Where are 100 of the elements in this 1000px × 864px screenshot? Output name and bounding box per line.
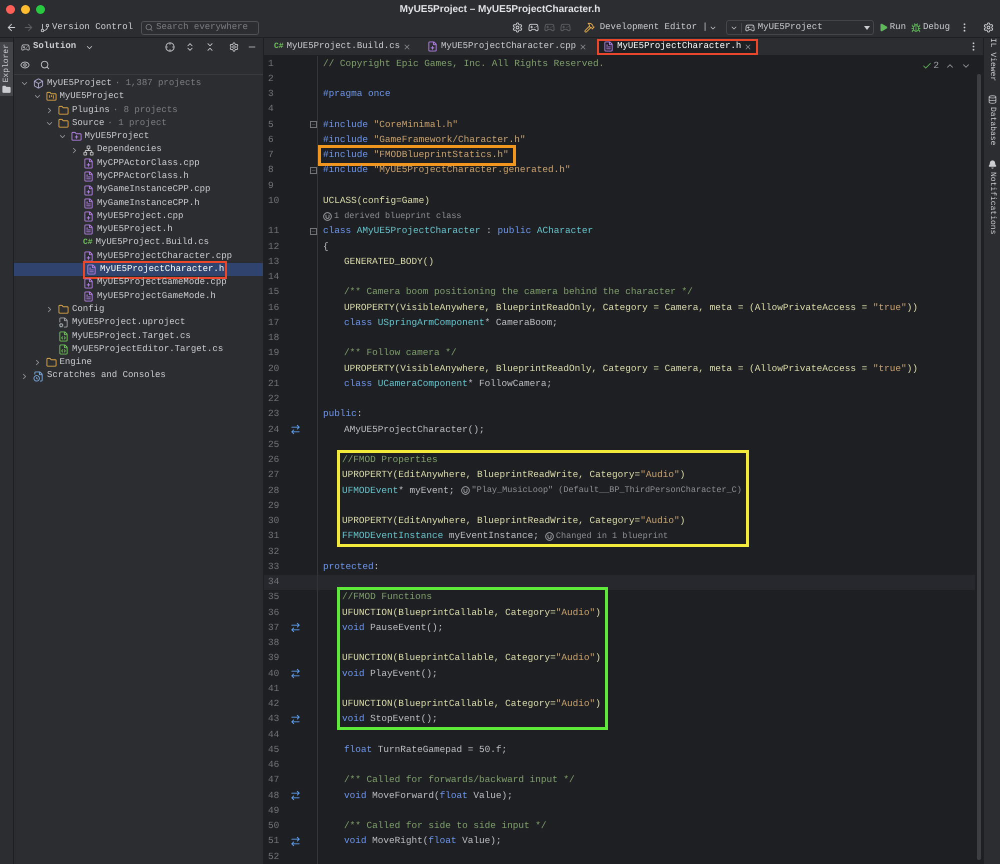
implementation-arrows-icon[interactable] bbox=[290, 668, 301, 680]
locate-icon[interactable] bbox=[165, 42, 175, 52]
implementation-arrows-icon[interactable] bbox=[290, 790, 301, 802]
scrollbar-thumb[interactable] bbox=[977, 74, 981, 860]
bell-icon[interactable] bbox=[988, 160, 996, 169]
editor-tab[interactable]: C# MyUE5Project.Build.cs bbox=[268, 38, 418, 54]
settings-icon[interactable] bbox=[229, 42, 239, 52]
branch-icon[interactable] bbox=[40, 22, 50, 32]
tree-item[interactable]: Scratches and Consoles bbox=[14, 370, 263, 383]
close-icon[interactable] bbox=[403, 42, 412, 50]
tree-item[interactable]: Source · 1 project bbox=[14, 116, 263, 130]
search-field[interactable]: Search everywhere bbox=[141, 20, 260, 34]
expand-all-icon[interactable] bbox=[185, 42, 195, 52]
line-number: 52 bbox=[267, 850, 280, 864]
implementation-arrows-icon[interactable] bbox=[290, 836, 301, 847]
chevron-icon[interactable] bbox=[45, 106, 54, 115]
line-number: 49 bbox=[267, 804, 280, 818]
tool-window-tab[interactable]: IL Viewer bbox=[986, 38, 998, 82]
zoom-window-button[interactable] bbox=[36, 4, 45, 14]
code-line: float TurnRateGamepad = 50.f; bbox=[344, 742, 508, 757]
back-icon[interactable] bbox=[6, 22, 17, 33]
tree-item[interactable]: MyUE5Project.cpp bbox=[14, 210, 263, 224]
tree-item[interactable]: MyUE5ProjectGameMode.cpp bbox=[14, 276, 263, 290]
view-selector[interactable]: Solution bbox=[33, 40, 76, 54]
chevron-icon[interactable] bbox=[20, 372, 29, 381]
collapse-all-icon[interactable] bbox=[205, 42, 215, 52]
tree-item[interactable]: MyUE5Project.Target.cs bbox=[14, 330, 263, 343]
line-number: 17 bbox=[267, 316, 280, 330]
line-number: 34 bbox=[267, 575, 280, 590]
settings-icon[interactable] bbox=[983, 22, 994, 33]
settings-icon[interactable] bbox=[512, 22, 523, 33]
play-icon bbox=[878, 23, 888, 32]
eye-icon[interactable] bbox=[20, 60, 30, 70]
inlay-hint[interactable]: "Play_MusicLoop" (Default__BP_ThirdPersonCharacter_C) bbox=[472, 484, 742, 497]
fold-icon[interactable] bbox=[310, 228, 317, 235]
tool-window-tab[interactable]: Database bbox=[986, 107, 998, 146]
folder-icon bbox=[2, 85, 11, 94]
database-icon[interactable] bbox=[988, 95, 996, 104]
tree-item[interactable]: MyUE5ProjectCharacter.cpp bbox=[14, 250, 263, 264]
tree-item[interactable]: MyUE5ProjectGameMode.h bbox=[14, 290, 263, 304]
target-selector[interactable]: MyUE5Project bbox=[726, 20, 874, 35]
tree-item[interactable]: MyUE5Project.h bbox=[14, 223, 263, 237]
inlay-hint[interactable]: Changed in 1 blueprint bbox=[556, 530, 668, 543]
tree-item-label: MyUE5ProjectGameMode.cpp bbox=[97, 276, 227, 290]
tree-item-label: MyUE5Project.h bbox=[97, 223, 173, 236]
code-line: void PauseEvent(); bbox=[342, 620, 444, 635]
editor-tab[interactable]: MyUE5ProjectCharacter.cpp bbox=[421, 38, 594, 54]
line-number: 50 bbox=[267, 819, 280, 834]
line-number: 43 bbox=[267, 712, 280, 726]
implementation-arrows-icon[interactable] bbox=[290, 622, 301, 634]
editor-tab[interactable]: MyUE5ProjectCharacter.h bbox=[597, 38, 758, 54]
chevron-icon[interactable] bbox=[70, 146, 79, 155]
tree-item[interactable]: Config bbox=[14, 303, 263, 316]
line-number: 37 bbox=[267, 620, 280, 635]
close-icon[interactable] bbox=[744, 42, 752, 50]
configuration-selector[interactable]: Development Editor | bbox=[600, 20, 708, 34]
line-number: 48 bbox=[267, 788, 280, 803]
tree-item-note: · 8 projects bbox=[112, 104, 178, 116]
tree-item[interactable]: MyUE5ProjectEditor.Target.cs bbox=[14, 342, 263, 356]
code-line: //FMOD Properties bbox=[342, 453, 438, 468]
fold-icon[interactable] bbox=[310, 166, 317, 174]
version-control-menu[interactable]: Version Control bbox=[52, 20, 134, 34]
debug-button[interactable]: Debug bbox=[910, 20, 950, 34]
gamepad-icon bbox=[744, 22, 755, 32]
file-icon bbox=[83, 290, 94, 302]
tool-window-tab[interactable]: Explorer bbox=[0, 42, 13, 96]
code-line: UPROPERTY(VisibleAnywhere, BlueprintReadOnly, Category = Camera, meta = (AllowPrivateAccess = "true")) bbox=[344, 300, 918, 315]
tree-item[interactable]: MyGameInstanceCPP.cpp bbox=[14, 183, 263, 197]
check-icon[interactable] bbox=[922, 61, 932, 72]
tree-item[interactable]: MyGameInstanceCPP.h bbox=[14, 196, 263, 210]
close-window-button[interactable] bbox=[6, 4, 15, 14]
file-plus-icon bbox=[83, 158, 94, 169]
tree-item[interactable]: MyUE5Project bbox=[14, 90, 263, 104]
run-button[interactable]: Run bbox=[878, 20, 906, 34]
fold-icon[interactable] bbox=[310, 121, 317, 128]
tree-item[interactable]: Engine bbox=[14, 356, 263, 370]
tree-item[interactable]: MyCPPActorClass.cpp bbox=[14, 156, 263, 170]
tree-item[interactable]: MyCPPActorClass.h bbox=[14, 170, 263, 184]
inlay-hint[interactable]: 1 derived blueprint class bbox=[334, 210, 462, 222]
tree-item[interactable]: MyUE5Project · 1,387 projects bbox=[14, 77, 263, 90]
implementation-arrows-icon[interactable] bbox=[290, 714, 301, 725]
line-number: 30 bbox=[267, 514, 280, 528]
minimize-window-button[interactable] bbox=[21, 4, 30, 14]
tab-label: MyUE5ProjectCharacter.cpp bbox=[441, 40, 576, 53]
tree-item[interactable]: MyUE5Project bbox=[14, 130, 263, 144]
line-number: 23 bbox=[267, 407, 280, 422]
tree-item[interactable]: MyUE5ProjectCharacter.h bbox=[14, 263, 263, 276]
chevron-icon[interactable] bbox=[45, 305, 54, 314]
line-number: 47 bbox=[267, 773, 280, 788]
tree-item[interactable]: MyUE5Project.uproject bbox=[14, 316, 263, 330]
code-line: UPROPERTY(EditAnywhere, BlueprintReadWrite, Category="Audio") bbox=[342, 514, 686, 528]
hammer-icon[interactable] bbox=[584, 22, 595, 33]
tool-window-tab[interactable]: Notifications bbox=[986, 172, 998, 234]
tree-item[interactable]: Plugins · 8 projects bbox=[14, 104, 263, 117]
tree-item[interactable]: Dependencies bbox=[14, 143, 263, 157]
close-icon[interactable] bbox=[579, 42, 588, 50]
implementation-arrows-icon[interactable] bbox=[290, 424, 301, 436]
search-icon[interactable] bbox=[40, 60, 50, 70]
tree-item[interactable]: C# MyUE5Project.Build.cs bbox=[14, 236, 263, 250]
code-line: AMyUE5ProjectCharacter(); bbox=[344, 422, 485, 437]
